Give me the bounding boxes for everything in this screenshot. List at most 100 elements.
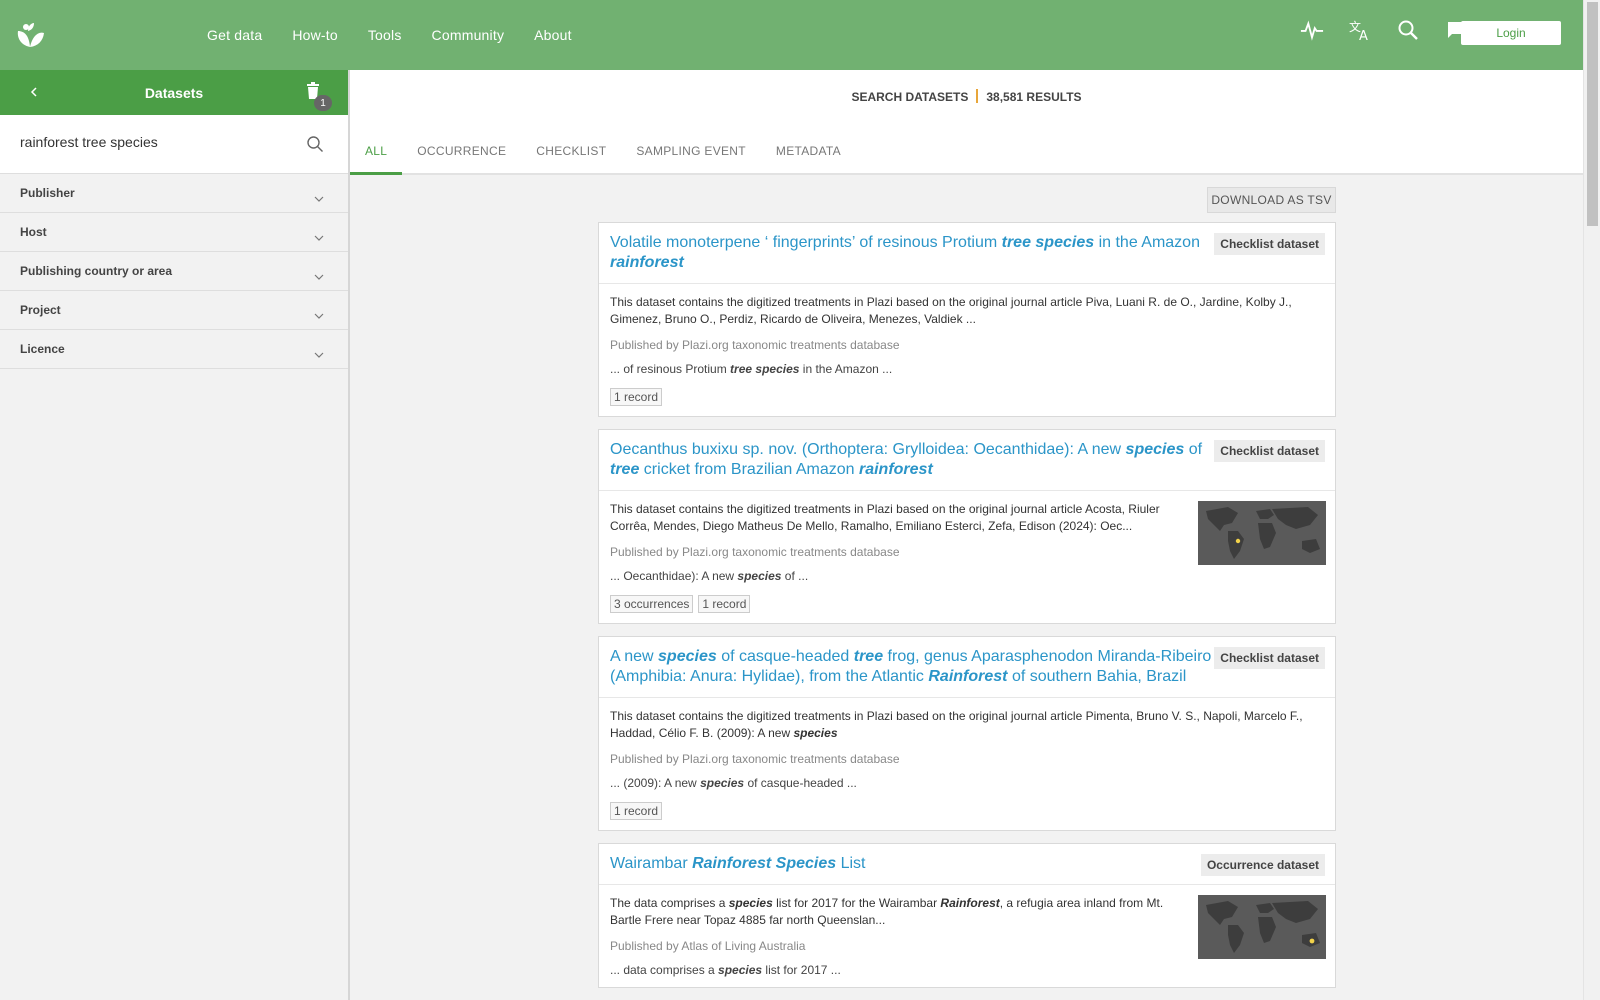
nav-item-tools[interactable]: Tools [353, 27, 417, 43]
facet-licence[interactable]: Licence [0, 330, 348, 369]
translate-icon[interactable]: 文A [1348, 18, 1372, 42]
dataset-title-link[interactable]: Volatile monoterpene ‘ fingerprints’ of … [610, 233, 1215, 273]
search-icon[interactable] [306, 135, 324, 158]
dataset-type-badge: Checklist dataset [1214, 233, 1325, 255]
highlight-term: species [1125, 441, 1185, 458]
search-icon[interactable] [1396, 18, 1420, 42]
results-main: SEARCH DATASETS 38,581 RESULTS ALL OCCURRE… [350, 70, 1583, 1000]
text-segment: This dataset contains the digitized trea… [610, 295, 1292, 326]
dataset-publisher: Published by Plazi.org taxonomic treatme… [610, 752, 900, 766]
nav-item-how-to[interactable]: How-to [277, 27, 353, 43]
dataset-type-badge: Checklist dataset [1214, 647, 1325, 669]
match-snippet: ... (2009): A new species of casque-head… [610, 776, 1324, 790]
record-count-tag[interactable]: 1 record [610, 802, 663, 820]
chevron-down-icon [314, 346, 324, 364]
facet-label: Project [20, 303, 61, 317]
chevron-down-icon [314, 307, 324, 325]
highlight-term: species [737, 569, 782, 583]
summary-label: SEARCH DATASETS [851, 90, 969, 104]
facet-label: Publishing country or area [20, 264, 173, 278]
highlight-term: tree species [730, 362, 800, 376]
match-snippet: ... of resinous Protium tree species in … [610, 362, 1324, 376]
chevron-down-icon [314, 229, 324, 247]
text-segment: This dataset contains the digitized trea… [610, 502, 1160, 533]
main-nav: Get data How-to Tools Community About [192, 0, 587, 70]
text-segment: ... Oecanthidae): A new [610, 569, 738, 583]
scrollbar-thumb[interactable] [1587, 2, 1598, 226]
download-tsv-button[interactable]: DOWNLOAD AS TSV [1207, 187, 1336, 213]
highlight-term: rainforest [610, 254, 684, 271]
login-button[interactable]: Login [1461, 21, 1561, 45]
dataset-title-link[interactable]: Wairambar Rainforest Species List [610, 854, 1215, 874]
facet-label: Licence [20, 342, 65, 356]
dataset-description: This dataset contains the digitized trea… [610, 294, 1324, 328]
facet-publisher[interactable]: Publisher [0, 174, 348, 213]
text-segment: The data comprises a [610, 896, 729, 910]
text-segment: A new [610, 648, 659, 665]
text-segment: of southern Bahia, Brazil [1007, 668, 1187, 685]
dataset-type-tabs: ALL OCCURRENCE CHECKLIST SAMPLING EVENT META… [350, 128, 856, 175]
facet-host[interactable]: Host [0, 213, 348, 252]
health-pulse-icon[interactable] [1300, 18, 1324, 42]
highlight-term: species [793, 726, 838, 740]
highlight-term: species [718, 963, 763, 977]
card-header: Volatile monoterpene ‘ fingerprints’ of … [599, 223, 1335, 284]
sidebar-header: Datasets 1 [0, 70, 348, 115]
top-navbar: Get data How-to Tools Community About 文A Log… [0, 0, 1583, 70]
record-tags: 1 record [610, 802, 1324, 820]
occurrence-map-thumbnail[interactable] [1198, 501, 1326, 565]
results-header: SEARCH DATASETS 38,581 RESULTS ALL OCCURRE… [350, 70, 1583, 175]
chevron-left-icon[interactable] [26, 84, 42, 100]
record-count-tag[interactable]: 1 record [698, 595, 751, 613]
nav-item-about[interactable]: About [519, 27, 587, 43]
search-input[interactable] [20, 134, 290, 150]
dataset-card: A new species of casque-headed tree frog… [598, 636, 1336, 831]
tab-metadata[interactable]: METADATA [761, 128, 856, 173]
facet-label: Host [20, 225, 47, 239]
tab-occurrence[interactable]: OCCURRENCE [402, 128, 521, 173]
facet-project[interactable]: Project [0, 291, 348, 330]
chevron-down-icon [314, 190, 324, 208]
dataset-search [0, 115, 348, 174]
record-count-tag[interactable]: 3 occurrences [610, 595, 694, 613]
dataset-title-link[interactable]: A new species of casque-headed tree frog… [610, 647, 1215, 687]
dataset-title-link[interactable]: Oecanthus buxixu sp. nov. (Orthoptera: G… [610, 440, 1215, 480]
record-count-tag[interactable]: 1 record [610, 388, 663, 406]
occurrence-map-thumbnail[interactable] [1198, 895, 1326, 959]
tab-sampling-event[interactable]: SAMPLING EVENT [621, 128, 761, 173]
nav-item-community[interactable]: Community [417, 27, 520, 43]
text-segment: of ... [781, 569, 809, 583]
dataset-description: The data comprises a species list for 20… [610, 895, 1190, 929]
summary-separator [976, 89, 979, 103]
facet-publishing-country-or-area[interactable]: Publishing country or area [0, 252, 348, 291]
text-segment: of casque-headed [716, 648, 854, 665]
text-segment: of casque-headed ... [744, 776, 857, 790]
text-segment: ... data comprises a [610, 963, 719, 977]
dataset-card: Wairambar Rainforest Species List Occurre… [598, 843, 1336, 988]
tab-all[interactable]: ALL [350, 128, 403, 175]
highlight-term: Rainforest [940, 896, 1000, 910]
card-header: A new species of casque-headed tree frog… [599, 637, 1335, 698]
card-body: The data comprises a species list for 20… [599, 885, 1335, 987]
gbif-logo-icon[interactable] [14, 19, 46, 51]
dataset-card: Volatile monoterpene ‘ fingerprints’ of … [598, 222, 1336, 417]
text-segment: ... (2009): A new [610, 776, 701, 790]
tab-checklist[interactable]: CHECKLIST [521, 128, 621, 173]
page-scrollbar[interactable] [1583, 0, 1600, 1000]
text-segment: Oecanthus buxixu sp. nov. (Orthoptera: G… [610, 441, 1126, 458]
dataset-type-badge: Checklist dataset [1214, 440, 1325, 462]
card-body: This dataset contains the digitized trea… [599, 698, 1335, 830]
text-segment: of [1184, 441, 1203, 458]
highlight-term: species [658, 648, 717, 665]
highlight-term: Rainforest Species [692, 855, 837, 872]
filter-sidebar: Datasets 1 Publisher Host Publishing count… [0, 70, 350, 1000]
nav-item-get-data[interactable]: Get data [192, 27, 277, 43]
facet-list: Publisher Host Publishing country or area P… [0, 174, 348, 369]
dataset-publisher: Published by Plazi.org taxonomic treatme… [610, 338, 900, 352]
highlight-term: species [700, 776, 745, 790]
results-list: Volatile monoterpene ‘ fingerprints’ of … [598, 222, 1336, 1000]
highlight-term: tree species [1001, 234, 1095, 251]
dataset-type-badge: Occurrence dataset [1200, 854, 1325, 876]
text-segment: list for 2017 for the Wairambar [772, 896, 941, 910]
text-segment: List [836, 855, 866, 872]
